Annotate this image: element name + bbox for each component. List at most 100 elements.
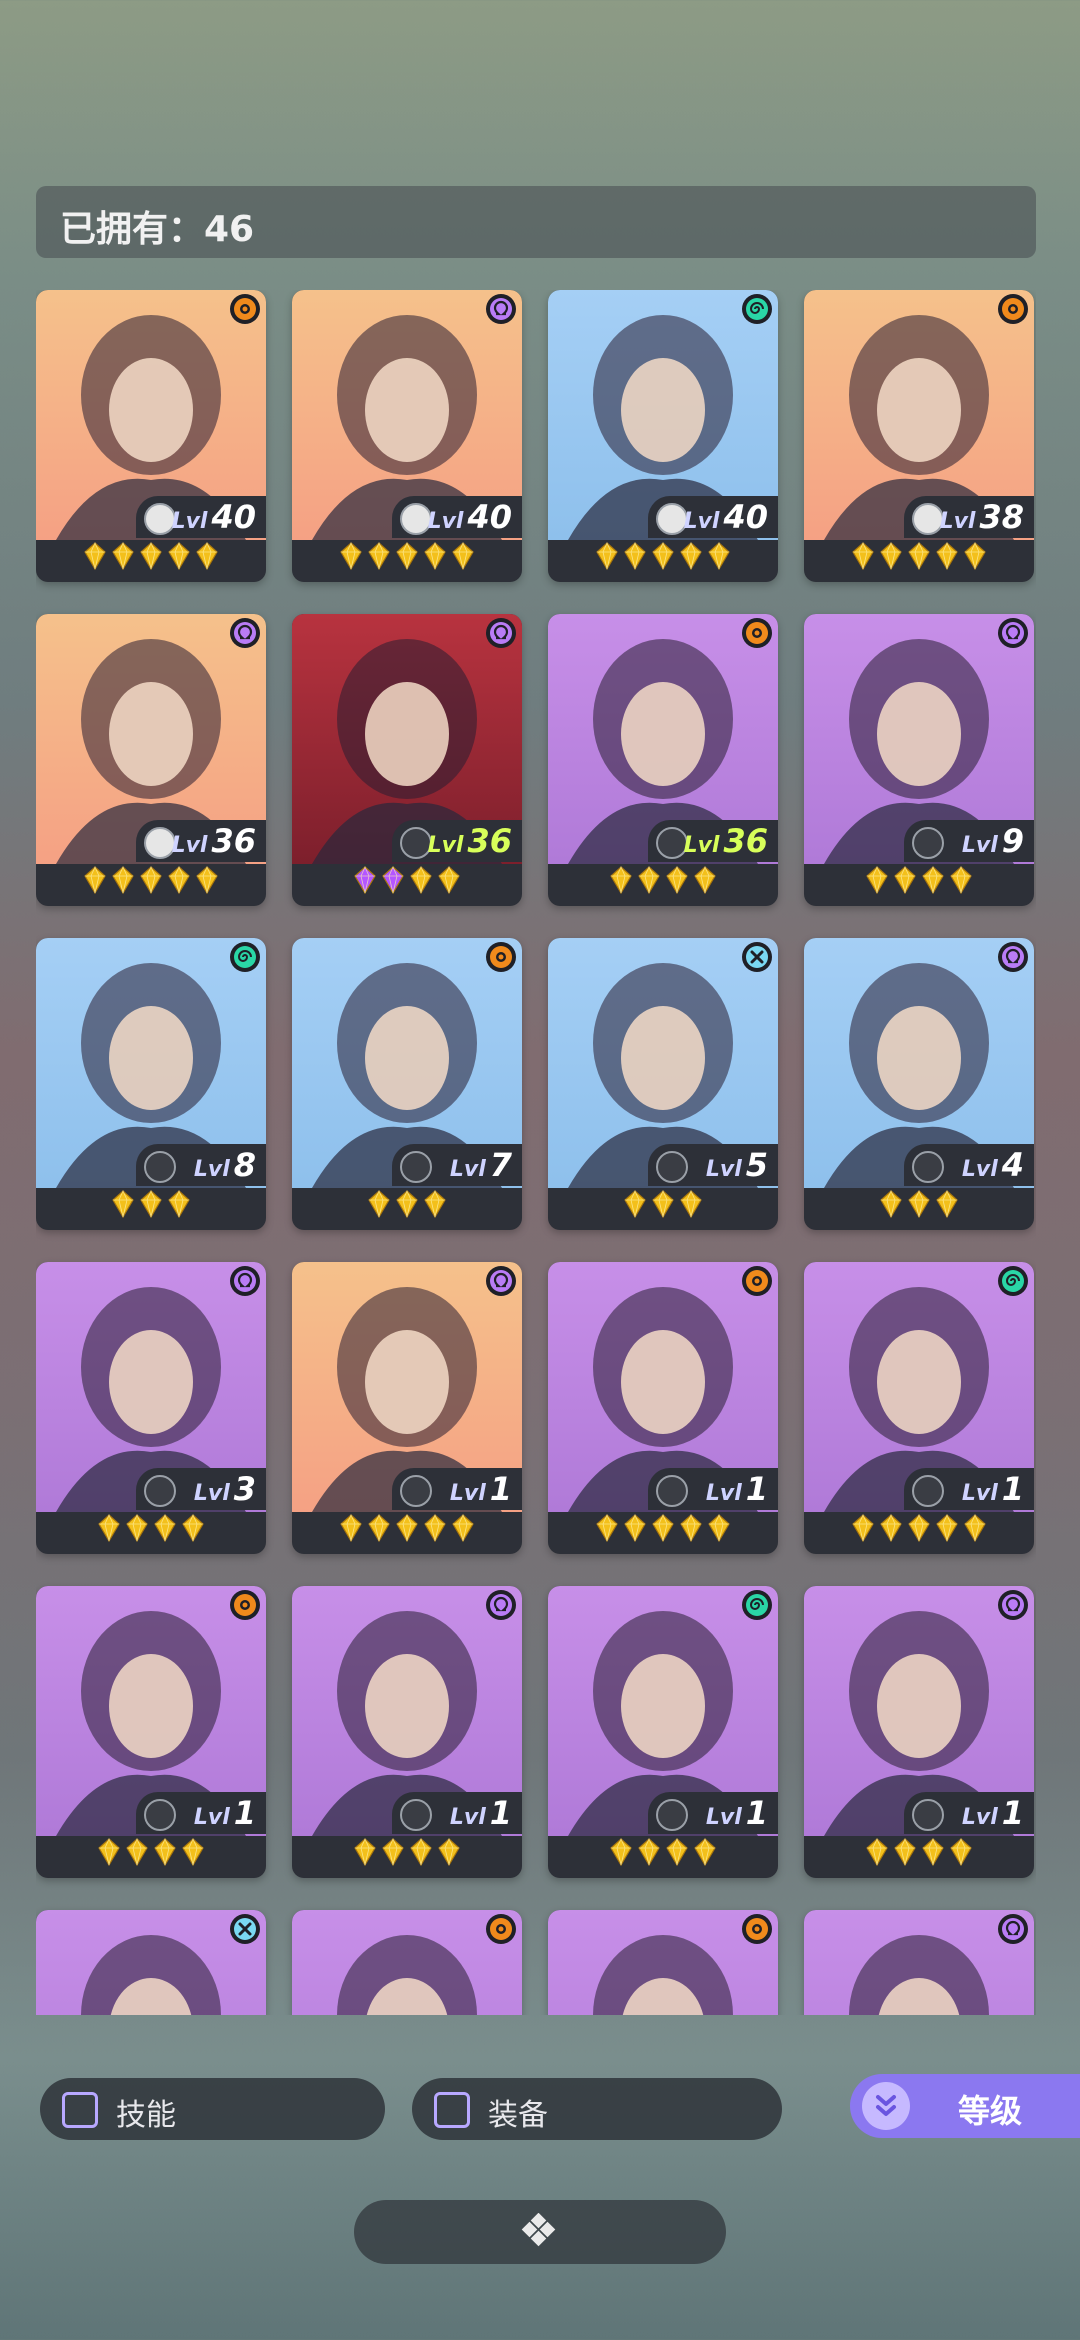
equip-filter-label: 装备: [488, 2098, 548, 2133]
gem-star-icon: [139, 542, 163, 574]
level-prefix: Lvl: [193, 1157, 230, 1182]
level-value: 7: [489, 1146, 512, 1184]
gem-star-icon: [339, 542, 363, 574]
skill-progress-icon: [400, 1799, 432, 1831]
level-text: Lvl 36: [684, 822, 768, 860]
star-rating: [548, 864, 778, 900]
star-rating: [292, 1188, 522, 1224]
skill-filter-toggle[interactable]: 技能: [40, 2078, 385, 2140]
level-badge: Lvl 1: [392, 1468, 522, 1510]
hero-card[interactable]: Lvl 9: [804, 614, 1034, 906]
level-prefix: Lvl: [193, 1805, 230, 1830]
level-badge: Lvl 8: [136, 1144, 266, 1186]
omega-faction-icon: [998, 942, 1028, 972]
hero-card[interactable]: Lvl 1: [548, 1586, 778, 1878]
hero-card[interactable]: Lvl 3: [36, 1262, 266, 1554]
hero-card[interactable]: Lvl 1: [36, 1586, 266, 1878]
gem-star-icon: [665, 1838, 689, 1870]
gem-star-icon: [865, 1838, 889, 1870]
level-badge: Lvl 40: [392, 496, 522, 538]
hero-card[interactable]: Lvl 4: [804, 938, 1034, 1230]
level-prefix: Lvl: [683, 509, 720, 534]
level-value: 1: [233, 1794, 256, 1832]
equip-checkbox[interactable]: [434, 2092, 470, 2128]
level-badge: Lvl 40: [648, 496, 778, 538]
gem-star-icon: [97, 1838, 121, 1870]
level-badge: Lvl 1: [648, 1792, 778, 1834]
hero-card[interactable]: [292, 1910, 522, 2015]
level-prefix: Lvl: [705, 1481, 742, 1506]
hero-card[interactable]: Lvl 1: [292, 1586, 522, 1878]
gem-star-icon: [437, 866, 461, 898]
level-text: Lvl 8: [194, 1146, 256, 1184]
skill-checkbox[interactable]: [62, 2092, 98, 2128]
level-badge: Lvl 40: [136, 496, 266, 538]
level-text: Lvl 1: [962, 1470, 1024, 1508]
star-rating: [804, 1836, 1034, 1872]
skill-progress-icon: [144, 1151, 176, 1183]
level-badge: Lvl 9: [904, 820, 1034, 862]
star-rating: [804, 1188, 1034, 1224]
level-text: Lvl 40: [684, 498, 768, 536]
gem-star-icon: [153, 1838, 177, 1870]
hero-card[interactable]: Lvl 40: [548, 290, 778, 582]
sun-faction-icon: [742, 1266, 772, 1296]
gem-star-icon: [125, 1514, 149, 1546]
level-badge: Lvl 7: [392, 1144, 522, 1186]
omega-faction-icon: [486, 294, 516, 324]
hero-card[interactable]: Lvl 36: [292, 614, 522, 906]
star-rating: [548, 540, 778, 576]
gem-star-icon: [865, 866, 889, 898]
collapse-toggle-button[interactable]: [354, 2200, 726, 2264]
gem-star-icon: [879, 542, 903, 574]
level-text: Lvl 1: [450, 1794, 512, 1832]
gem-star-icon: [893, 1838, 917, 1870]
gem-star-icon: [595, 1514, 619, 1546]
omega-faction-icon: [998, 1914, 1028, 1944]
gem-star-icon: [851, 542, 875, 574]
level-value: 1: [1001, 1794, 1024, 1832]
hero-card[interactable]: Lvl 38: [804, 290, 1034, 582]
skill-progress-icon: [912, 1799, 944, 1831]
hero-card[interactable]: Lvl 1: [804, 1262, 1034, 1554]
skill-progress-icon: [656, 1151, 688, 1183]
swirl-faction-icon: [230, 942, 260, 972]
star-rating: [804, 864, 1034, 900]
gem-star-icon: [167, 866, 191, 898]
hero-card[interactable]: Lvl 40: [292, 290, 522, 582]
hero-card[interactable]: [804, 1910, 1034, 2015]
hero-card[interactable]: Lvl 1: [292, 1262, 522, 1554]
sun-faction-icon: [486, 1914, 516, 1944]
hero-card[interactable]: Lvl 40: [36, 290, 266, 582]
hero-card[interactable]: Lvl 36: [36, 614, 266, 906]
hero-card[interactable]: [36, 1910, 266, 2015]
gem-star-icon: [935, 1190, 959, 1222]
level-badge: Lvl 36: [392, 820, 522, 862]
level-prefix: Lvl: [961, 833, 998, 858]
skill-progress-icon: [912, 1151, 944, 1183]
gem-star-icon: [353, 866, 377, 898]
hero-card[interactable]: Lvl 36: [548, 614, 778, 906]
diamond-cluster-icon: [520, 2212, 560, 2251]
sort-label: 等级: [958, 2092, 1023, 2130]
level-text: Lvl 38: [940, 498, 1024, 536]
hero-card[interactable]: Lvl 1: [548, 1262, 778, 1554]
sort-by-level-button[interactable]: 等级: [850, 2074, 1080, 2138]
star-rating: [548, 1836, 778, 1872]
gem-star-icon: [395, 1190, 419, 1222]
equip-filter-toggle[interactable]: 装备: [412, 2078, 782, 2140]
hero-card[interactable]: Lvl 1: [804, 1586, 1034, 1878]
hero-card[interactable]: Lvl 7: [292, 938, 522, 1230]
gem-star-icon: [935, 542, 959, 574]
level-text: Lvl 1: [450, 1470, 512, 1508]
skill-filter-label: 技能: [116, 2098, 176, 2133]
gem-star-icon: [423, 542, 447, 574]
star-rating: [804, 540, 1034, 576]
hero-card[interactable]: Lvl 8: [36, 938, 266, 1230]
level-prefix: Lvl: [961, 1805, 998, 1830]
gem-star-icon: [907, 1514, 931, 1546]
hero-card[interactable]: Lvl 5: [548, 938, 778, 1230]
gem-star-icon: [367, 1190, 391, 1222]
hero-card[interactable]: [548, 1910, 778, 2015]
gem-star-icon: [963, 1514, 987, 1546]
